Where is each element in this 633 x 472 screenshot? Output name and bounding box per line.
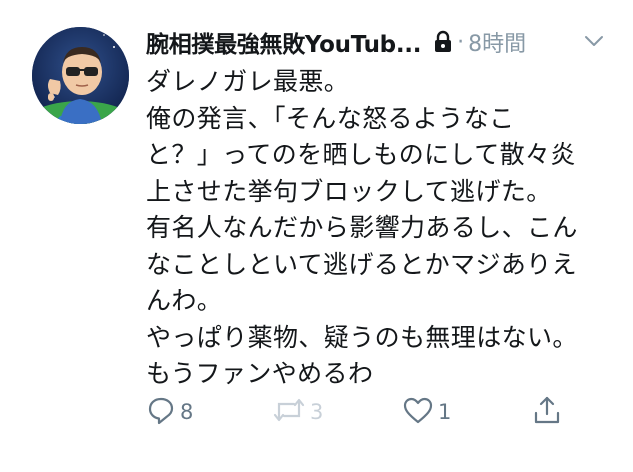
tweet-text: ダレノガレ最悪。 俺の発言、「そんな怒るようなこ と？」ってのを晒しものにして散…	[146, 64, 606, 393]
retweet-icon	[272, 395, 306, 429]
share-button[interactable]	[532, 392, 562, 432]
like-count: 1	[438, 400, 452, 424]
tweet-text-line: 上させた挙句ブロックして逃げた。	[146, 176, 552, 206]
avatar-memoji-image	[32, 27, 129, 124]
like-button[interactable]: 1	[402, 392, 451, 432]
tweet-card[interactable]: 腕相撲最強無敗YouTub... · 8時間 ダレノガレ最悪。 俺の発言、「そん…	[0, 0, 633, 472]
share-icon	[532, 394, 562, 430]
tweet-text-line: ダレノガレ最悪。	[146, 67, 350, 96]
reply-icon	[146, 395, 176, 429]
tweet-actions: 8 3 1	[146, 392, 566, 432]
tweet-text-line: もうファンやめるわ	[146, 359, 374, 388]
reply-count: 8	[180, 400, 194, 424]
heart-icon	[402, 395, 434, 429]
tweet-text-line: なことしといて逃げるとかマジありえ	[146, 249, 578, 279]
timestamp[interactable]: 8時間	[468, 26, 526, 58]
tweet-text-line: と？」ってのを晒しものにして散々炎	[146, 140, 576, 169]
retweet-button[interactable]: 3	[272, 392, 323, 432]
tweet-text-line: やっぱり薬物、疑うのも無理はない。	[146, 322, 578, 352]
retweet-count: 3	[310, 400, 324, 424]
lock-icon	[433, 30, 453, 54]
tweet-text-line: 俺の発言、「そんな怒るようなこ	[146, 103, 515, 133]
tweet-text-line: んわ。	[146, 286, 223, 315]
reply-button[interactable]: 8	[146, 392, 193, 432]
separator-dot: ·	[457, 29, 465, 55]
display-name[interactable]: 腕相撲最強無敗YouTub...	[146, 25, 421, 59]
chevron-down-icon[interactable]	[583, 30, 605, 52]
tweet-text-line: 有名人なんだから影響力あるし、こん	[146, 213, 578, 242]
tweet-header: 腕相撲最強無敗YouTub... · 8時間	[146, 20, 605, 64]
avatar[interactable]	[32, 27, 129, 124]
